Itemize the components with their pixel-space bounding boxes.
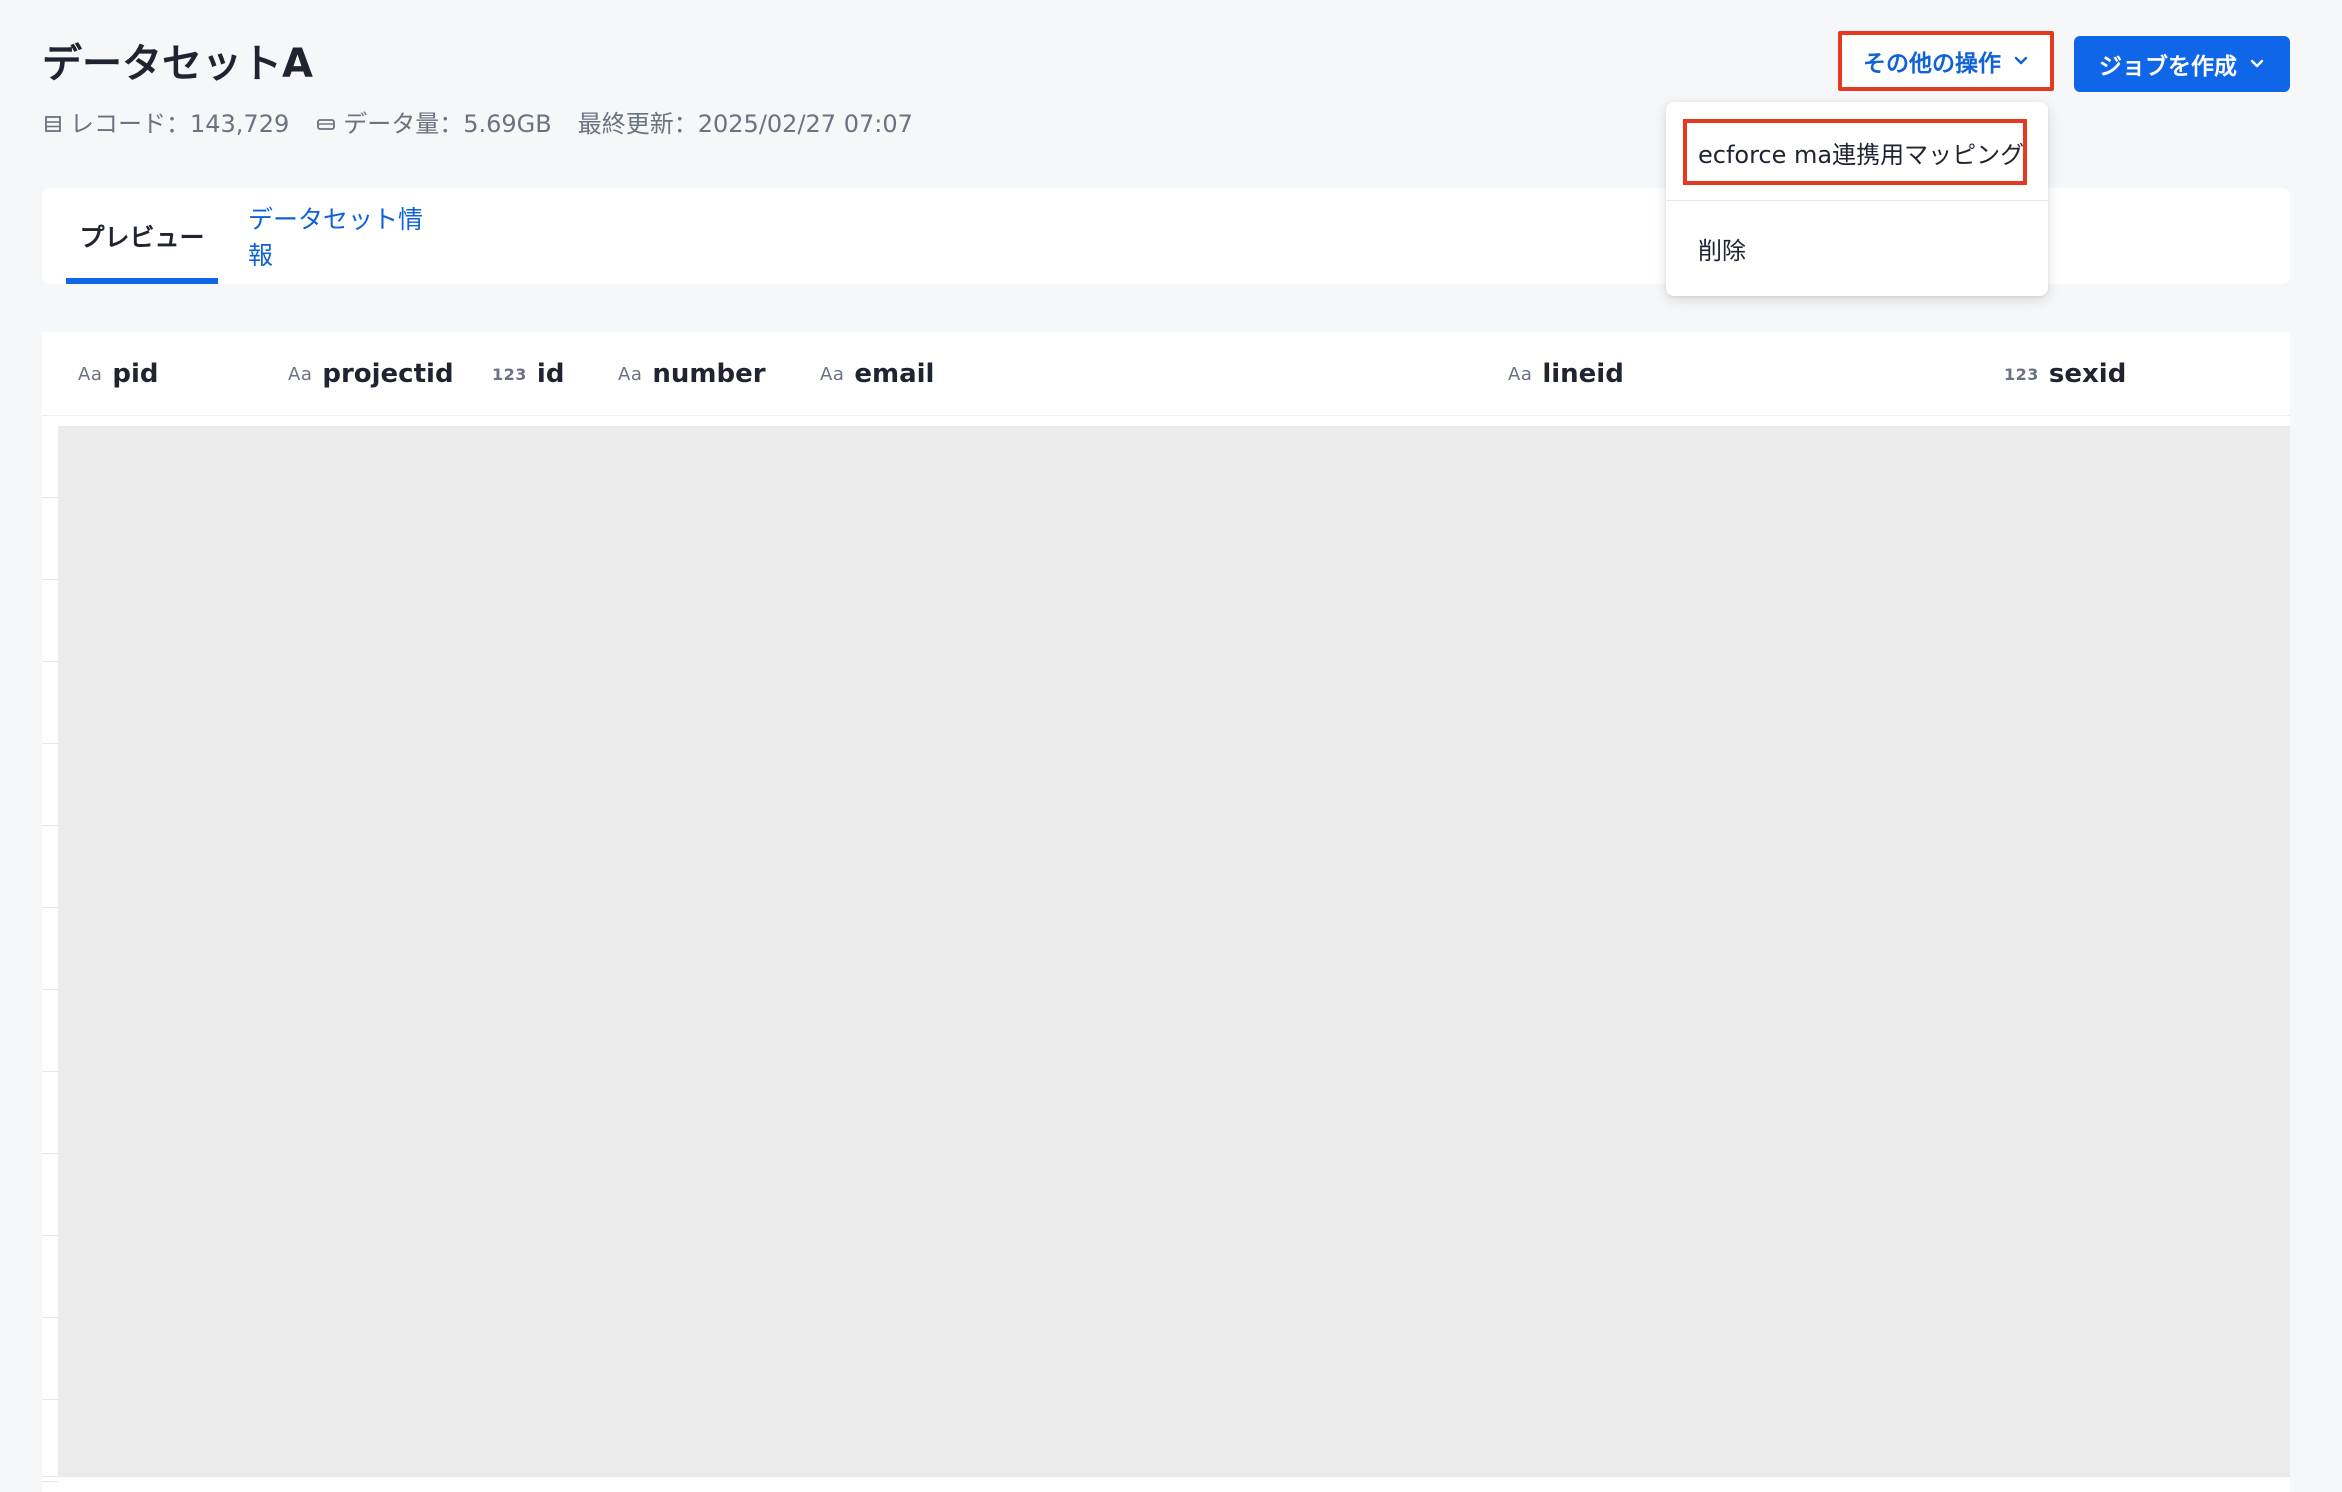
text-type-icon: Aa (618, 363, 643, 385)
active-tab-indicator (66, 278, 218, 284)
chevron-down-icon (2013, 55, 2029, 67)
menu-item-delete[interactable]: 削除 (1666, 212, 2048, 284)
row-dividers (42, 416, 58, 1492)
table-icon (42, 113, 64, 135)
last-updated-text: 最終更新：2025/02/27 07:07 (577, 110, 913, 138)
number-type-icon: 123 (2004, 364, 2039, 384)
table-bottom-border (42, 1476, 2290, 1477)
table-header: Aa pid Aa projectid 123 id Aa number Aa … (42, 332, 2290, 416)
menu-item-label: ecforce ma連携用マッピング (1698, 140, 2025, 169)
record-count-text: レコード：143,729 (70, 110, 290, 138)
column-name: projectid (322, 359, 454, 389)
dataset-meta: レコード：143,729 データ量：5.69GB 最終更新：2025/02/27… (42, 106, 913, 142)
column-name: pid (112, 359, 159, 389)
create-job-label: ジョブを作成 (2099, 54, 2237, 80)
column-header-number[interactable]: Aa number (618, 332, 766, 416)
table-body-placeholder (58, 426, 2290, 1476)
tab-dataset-info[interactable]: データセット情報 (248, 188, 444, 284)
other-actions-button[interactable]: その他の操作 (1838, 31, 2054, 91)
number-type-icon: 123 (492, 364, 527, 384)
column-name: sexid (2048, 359, 2127, 389)
tab-label: データセット情報 (248, 205, 424, 270)
other-actions-label: その他の操作 (1863, 51, 2001, 77)
menu-divider (1666, 200, 2048, 201)
column-header-id[interactable]: 123 id (492, 332, 564, 416)
menu-item-mapping[interactable]: ecforce ma連携用マッピング (1666, 116, 2048, 188)
chevron-down-icon (2249, 58, 2265, 70)
column-header-sexid[interactable]: 123 sexid (2004, 332, 2126, 416)
text-type-icon: Aa (1508, 363, 1533, 385)
tab-label: プレビュー (79, 223, 205, 252)
preview-table: Aa pid Aa projectid 123 id Aa number Aa … (42, 332, 2290, 1492)
create-job-button[interactable]: ジョブを作成 (2074, 36, 2290, 92)
column-header-pid[interactable]: Aa pid (78, 332, 158, 416)
column-name: id (536, 359, 565, 389)
tab-preview[interactable]: プレビュー (66, 188, 218, 284)
other-actions-menu: ecforce ma連携用マッピング 削除 (1666, 102, 2048, 296)
data-size: データ量：5.69GB (315, 106, 552, 142)
record-count: レコード：143,729 (42, 106, 289, 142)
text-type-icon: Aa (288, 363, 313, 385)
text-type-icon: Aa (78, 363, 103, 385)
data-size-text: データ量：5.69GB (343, 110, 552, 138)
last-updated: 最終更新：2025/02/27 07:07 (578, 106, 913, 142)
storage-icon (315, 113, 337, 135)
column-name: lineid (1542, 359, 1624, 389)
page-title: データセットA (42, 41, 313, 87)
text-type-icon: Aa (820, 363, 845, 385)
menu-item-label: 削除 (1698, 236, 1746, 265)
column-header-projectid[interactable]: Aa projectid (288, 332, 454, 416)
column-header-lineid[interactable]: Aa lineid (1508, 332, 1624, 416)
column-name: number (652, 359, 766, 389)
column-name: email (854, 359, 935, 389)
column-header-email[interactable]: Aa email (820, 332, 934, 416)
